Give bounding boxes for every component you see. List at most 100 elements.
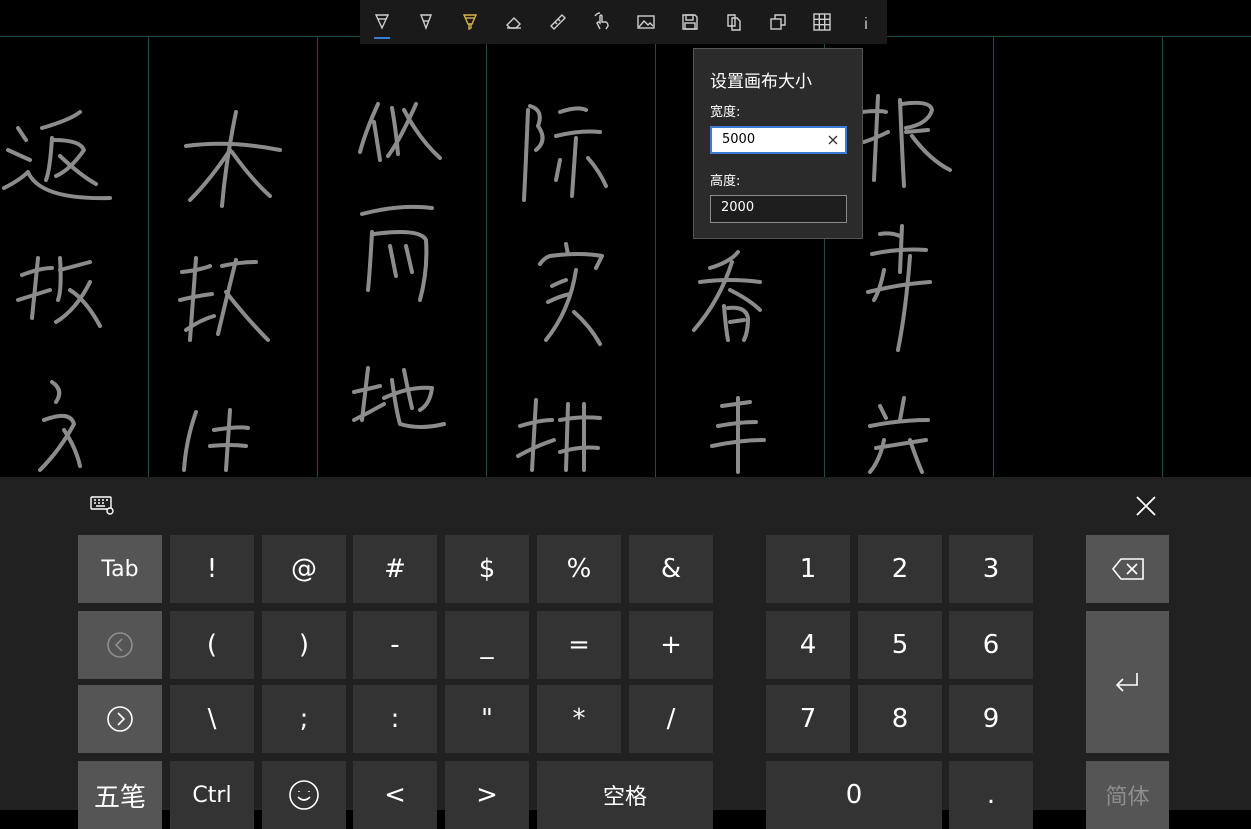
key-language[interactable]: 简体 [1086, 761, 1169, 829]
key-semicolon[interactable]: ; [262, 685, 346, 753]
key-asterisk[interactable]: * [537, 685, 621, 753]
key-paren-close[interactable]: ) [262, 611, 346, 679]
key-0[interactable]: 0 [766, 761, 942, 829]
key-paren-open[interactable]: ( [170, 611, 254, 679]
handwriting-strokes [2, 94, 952, 474]
height-label: 高度: [710, 174, 741, 189]
touch-writing-button[interactable] [580, 0, 624, 44]
pencil-tool-button[interactable] [404, 0, 448, 44]
key-5[interactable]: 5 [858, 611, 942, 679]
handwritten-glyph [866, 224, 932, 352]
grid-icon [813, 13, 831, 31]
key-exclamation[interactable]: ! [170, 535, 254, 603]
key-ctrl[interactable]: Ctrl [170, 761, 254, 829]
canvas-size-button[interactable] [756, 0, 800, 44]
key-hash[interactable]: # [353, 535, 437, 603]
keyboard-settings-icon[interactable] [90, 495, 116, 517]
key-decimal[interactable]: . [949, 761, 1033, 829]
key-colon[interactable]: : [353, 685, 437, 753]
handwritten-glyph [692, 250, 762, 342]
info-icon [865, 17, 867, 29]
handwritten-glyph [16, 256, 102, 328]
handwritten-glyph [860, 94, 952, 188]
canvas-size-icon [770, 14, 786, 30]
pen-icon [374, 14, 390, 30]
key-greater-than[interactable]: > [445, 761, 529, 829]
key-4[interactable]: 4 [766, 611, 850, 679]
ruler-tool-button[interactable] [536, 0, 580, 44]
highlighter-tool-button[interactable] [448, 0, 492, 44]
key-8[interactable]: 8 [858, 685, 942, 753]
backspace-icon [1111, 558, 1144, 580]
width-field[interactable]: 5000 [710, 126, 847, 154]
dialog-title: 设置画布大小 [710, 72, 812, 92]
handwritten-glyph [710, 396, 766, 474]
chevron-left-circle-icon [107, 632, 133, 658]
key-1[interactable]: 1 [766, 535, 850, 603]
handwritten-glyph [178, 256, 270, 342]
key-backslash[interactable]: \ [170, 685, 254, 753]
key-space[interactable]: 空格 [537, 761, 713, 829]
key-quote[interactable]: " [445, 685, 529, 753]
key-less-than[interactable]: < [353, 761, 437, 829]
copy-icon [727, 14, 741, 31]
key-tab[interactable]: Tab [78, 535, 162, 603]
handwritten-glyph [538, 242, 604, 346]
key-ampersand[interactable]: & [629, 535, 713, 603]
key-dollar[interactable]: $ [445, 535, 529, 603]
handwritten-glyph [352, 366, 446, 429]
handwritten-glyph [868, 396, 930, 474]
key-plus[interactable]: + [629, 611, 713, 679]
height-value: 2000 [721, 200, 755, 215]
smiley-icon [289, 780, 319, 810]
height-field[interactable]: 2000 [710, 195, 847, 223]
key-equals[interactable]: = [537, 611, 621, 679]
width-label: 宽度: [710, 105, 741, 120]
copy-button[interactable] [712, 0, 756, 44]
key-minus[interactable]: - [353, 611, 437, 679]
handwritten-glyph [182, 408, 250, 472]
handwritten-glyph [360, 204, 434, 302]
handwritten-glyph [358, 102, 442, 162]
handwritten-glyph [38, 380, 82, 472]
key-7[interactable]: 7 [766, 685, 850, 753]
about-button[interactable] [844, 0, 888, 44]
key-input-method[interactable]: 五笔 [78, 761, 162, 829]
handwritten-glyph [184, 110, 282, 208]
ruler-icon [550, 14, 566, 30]
insert-image-button[interactable] [624, 0, 668, 44]
key-9[interactable]: 9 [949, 685, 1033, 753]
key-emoji[interactable] [262, 761, 346, 829]
key-underscore[interactable]: _ [445, 611, 529, 679]
handwritten-glyph [516, 398, 602, 472]
pen-tool-button[interactable] [360, 0, 404, 44]
highlighter-icon [462, 14, 478, 31]
canvas-size-dialog: 设置画布大小 宽度: 5000 高度: 2000 [693, 48, 863, 239]
key-enter[interactable] [1086, 611, 1169, 753]
save-button[interactable] [668, 0, 712, 44]
key-cursor-right[interactable] [78, 685, 162, 753]
width-value: 5000 [722, 132, 756, 147]
key-3[interactable]: 3 [949, 535, 1033, 603]
key-percent[interactable]: % [537, 535, 621, 603]
eraser-tool-button[interactable] [492, 0, 536, 44]
ink-toolbar [360, 0, 887, 44]
key-6[interactable]: 6 [949, 611, 1033, 679]
touch-hand-icon [594, 12, 609, 30]
key-backspace[interactable] [1086, 535, 1169, 603]
close-icon[interactable] [1135, 495, 1157, 517]
clear-icon[interactable] [827, 134, 839, 146]
key-slash[interactable]: / [629, 685, 713, 753]
pencil-icon [419, 14, 433, 30]
handwritten-glyph [2, 110, 112, 201]
touch-keyboard: Tab ! @ # $ % & ( ) - _ = + \ ; : " * / … [0, 477, 1251, 829]
save-icon [682, 14, 698, 30]
image-icon [637, 15, 655, 29]
handwritten-glyph [522, 104, 608, 202]
key-cursor-left[interactable] [78, 611, 162, 679]
key-2[interactable]: 2 [858, 535, 942, 603]
drawing-canvas[interactable] [0, 0, 1251, 477]
chevron-right-circle-icon [107, 706, 133, 732]
grid-button[interactable] [800, 0, 844, 44]
key-at[interactable]: @ [262, 535, 346, 603]
